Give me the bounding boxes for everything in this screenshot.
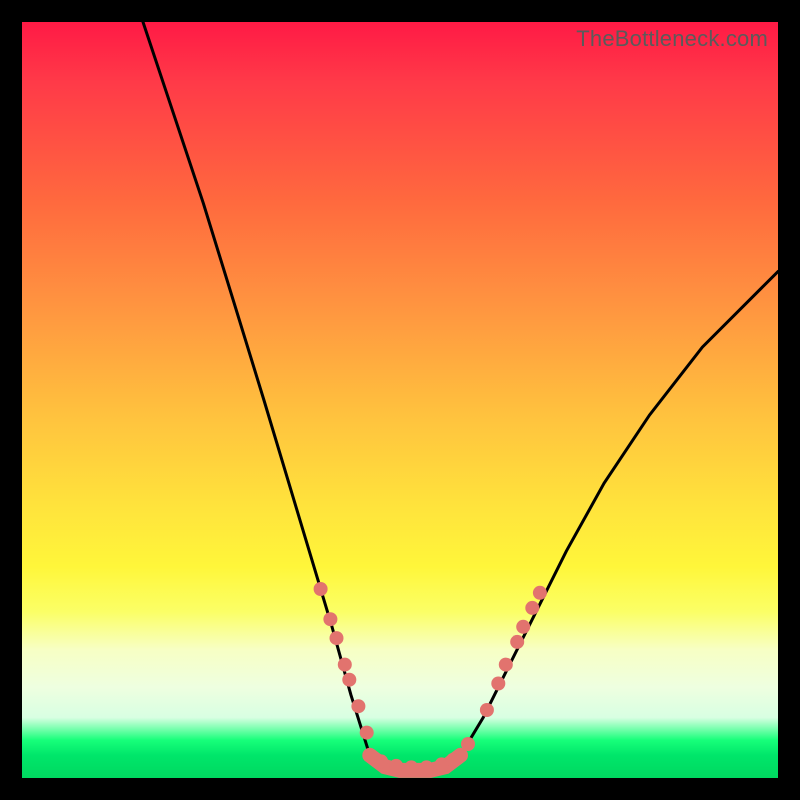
marker-dot bbox=[533, 586, 547, 600]
bottleneck-curve bbox=[143, 22, 778, 770]
marker-dot bbox=[323, 612, 337, 626]
marker-dot bbox=[314, 582, 328, 596]
chart-svg bbox=[22, 22, 778, 778]
marker-dot bbox=[389, 759, 403, 773]
marker-dot bbox=[480, 703, 494, 717]
curve-layer bbox=[143, 22, 778, 770]
marker-dot bbox=[510, 635, 524, 649]
marker-dot bbox=[420, 760, 434, 774]
marker-dot bbox=[461, 737, 475, 751]
marker-dot bbox=[330, 631, 344, 645]
marker-dot bbox=[342, 673, 356, 687]
marker-dot bbox=[374, 754, 388, 768]
chart-frame: TheBottleneck.com bbox=[0, 0, 800, 800]
marker-dot bbox=[404, 760, 418, 774]
marker-dot bbox=[360, 726, 374, 740]
marker-layer bbox=[314, 582, 547, 774]
marker-dot bbox=[525, 601, 539, 615]
marker-dot bbox=[351, 699, 365, 713]
marker-dot bbox=[446, 753, 460, 767]
marker-dot bbox=[516, 620, 530, 634]
chart-plot-area: TheBottleneck.com bbox=[22, 22, 778, 778]
marker-dot bbox=[491, 677, 505, 691]
marker-dot bbox=[338, 658, 352, 672]
marker-dot bbox=[499, 658, 513, 672]
